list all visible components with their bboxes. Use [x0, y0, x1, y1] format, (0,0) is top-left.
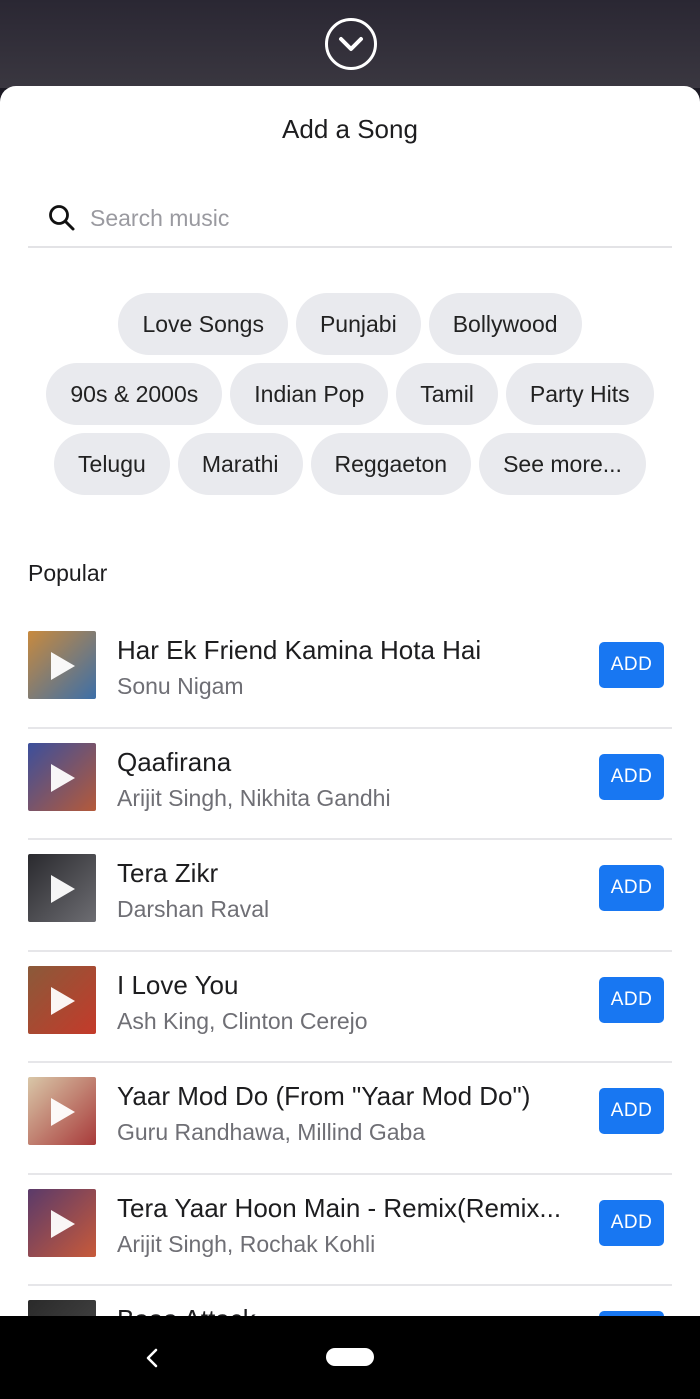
genre-chip[interactable]: 90s & 2000s	[46, 363, 223, 425]
song-row[interactable]: Tera Yaar Hoon Main - Remix(Remix... Arij…	[28, 1175, 672, 1286]
genre-chip[interactable]: Party Hits	[505, 363, 654, 425]
sheet-title: Add a Song	[282, 114, 418, 144]
song-artist: Guru Randhawa, Millind Gaba	[117, 1119, 426, 1145]
genre-chip[interactable]: See more...	[479, 433, 646, 495]
album-art[interactable]	[28, 965, 96, 1034]
genre-chip[interactable]: Marathi	[177, 433, 303, 495]
genre-chip-row: 90s & 2000s Indian Pop Tamil Party Hits	[0, 363, 700, 425]
song-row[interactable]: Har Ek Friend Kamina Hota Hai Sonu Nigam A…	[28, 617, 672, 729]
home-pill-icon[interactable]	[326, 1348, 374, 1366]
genre-chip[interactable]: Bollywood	[428, 293, 582, 355]
add-song-button[interactable]: ADD	[599, 976, 664, 1023]
song-row[interactable]: Qaafirana Arijit Singh, Nikhita Gandhi ADD	[28, 729, 672, 840]
play-icon	[51, 652, 75, 680]
play-icon	[51, 763, 75, 792]
add-song-button[interactable]: ADD	[599, 865, 664, 911]
genre-chip-row: Love Songs Punjabi Bollywood	[0, 293, 700, 355]
genre-chip[interactable]: Punjabi	[295, 293, 421, 355]
genre-chip[interactable]: Telugu	[54, 433, 170, 495]
song-artist: Ash King, Clinton Cerejo	[117, 1007, 368, 1034]
album-art[interactable]	[28, 742, 96, 811]
top-strip	[0, 0, 700, 88]
song-title: Har Ek Friend Kamina Hota Hai	[117, 635, 482, 665]
song-artist: Darshan Raval	[117, 896, 270, 922]
chevron-down-icon	[339, 37, 363, 51]
add-song-sheet: Add a Song Love SongsPunjabiBollywood 90s…	[0, 86, 700, 1316]
song-row[interactable]: Baaa AttackADD	[28, 1286, 672, 1316]
add-song-button[interactable]: ADD	[599, 1088, 664, 1134]
song-artist: Sonu Nigam	[117, 673, 244, 699]
search-icon	[49, 205, 75, 231]
song-row[interactable]: Yaar Mod Do (From "Yaar Mod Do") Guru Ran…	[28, 1063, 672, 1175]
album-art[interactable]	[28, 1077, 96, 1145]
song-row[interactable]: Tera Zikr Darshan Raval ADD	[28, 840, 672, 952]
song-title: Yaar Mod Do (From "Yaar Mod Do")	[117, 1081, 531, 1111]
chevron-down-circle-icon[interactable]	[325, 18, 377, 70]
search-input[interactable]	[90, 204, 610, 232]
song-artist: Arijit Singh, Nikhita Gandhi	[117, 784, 391, 811]
add-song-button[interactable]: ADD	[599, 642, 664, 688]
song-title: Tera Zikr	[117, 858, 219, 888]
album-art[interactable]	[28, 854, 96, 922]
play-icon	[51, 875, 75, 903]
system-nav-bar	[0, 1316, 700, 1399]
section-label-popular: Popular	[28, 560, 108, 586]
song-row[interactable]: I Love You Ash King, Clinton Cerejo ADD	[28, 952, 672, 1063]
play-icon	[51, 986, 75, 1015]
song-title: Qaafirana	[117, 746, 232, 777]
back-chevron-icon[interactable]	[140, 1344, 164, 1372]
search-bar	[28, 190, 672, 248]
add-song-button[interactable]: ADD	[599, 1199, 664, 1246]
song-artist: Arijit Singh, Rochak Kohli	[117, 1230, 376, 1257]
album-art[interactable]	[28, 1188, 96, 1257]
play-icon	[51, 1098, 75, 1126]
genre-chip[interactable]: Indian Pop	[230, 363, 389, 425]
genre-chip[interactable]: Tamil	[396, 363, 498, 425]
play-icon	[51, 1209, 75, 1238]
song-list: Har Ek Friend Kamina Hota Hai Sonu Nigam A…	[28, 617, 672, 1316]
song-title: Baaa Attack	[117, 1304, 587, 1316]
genre-chip-row: Telugu Marathi Reggaeton See more...	[0, 433, 700, 495]
album-art[interactable]	[28, 631, 96, 699]
song-title: I Love You	[117, 969, 239, 1000]
add-song-button[interactable]: ADD	[599, 753, 664, 800]
song-title: Tera Yaar Hoon Main - Remix(Remix...	[117, 1192, 562, 1223]
genre-chip[interactable]: Reggaeton	[310, 433, 472, 495]
genre-chip[interactable]: Love Songs	[118, 293, 288, 355]
album-art[interactable]	[28, 1300, 96, 1316]
